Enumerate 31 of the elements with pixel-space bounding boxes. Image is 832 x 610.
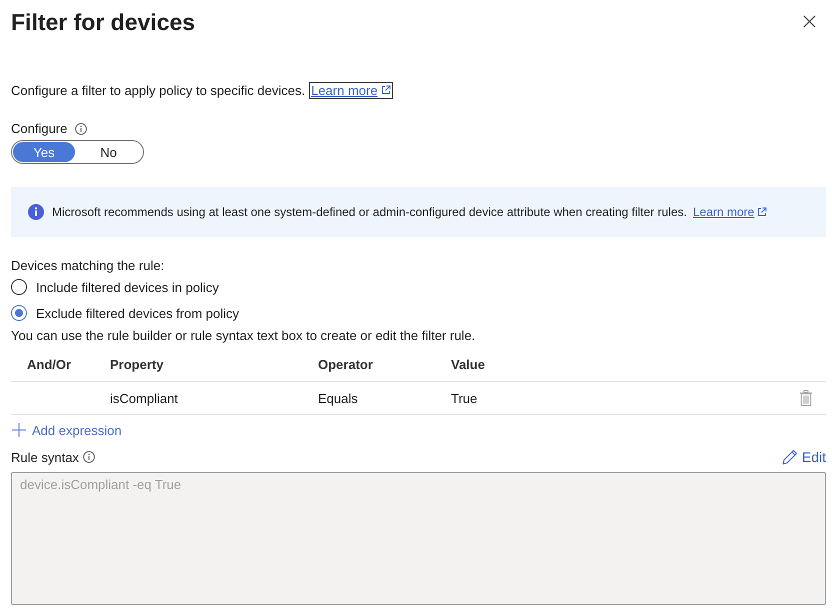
configure-label: Configure bbox=[11, 121, 68, 136]
column-header: Value bbox=[451, 357, 486, 372]
column-header: And/Or bbox=[26, 357, 72, 372]
info-icon bbox=[28, 204, 44, 220]
description-text: Configure a filter to apply policy to specific devices. bbox=[11, 82, 306, 98]
matching-label: Devices matching the rule: bbox=[11, 257, 166, 274]
radio-button[interactable] bbox=[11, 305, 27, 321]
info-icon[interactable] bbox=[75, 122, 88, 134]
add-expression-button[interactable]: Add expression bbox=[11, 416, 122, 444]
info-icon[interactable] bbox=[82, 451, 95, 463]
external-link-icon bbox=[380, 85, 391, 95]
table-cell-text: Equals bbox=[318, 390, 359, 406]
radio-label[interactable]: Exclude filtered devices from policy bbox=[36, 306, 240, 320]
close-icon[interactable] bbox=[803, 14, 816, 28]
builder-hint: You can use the rule builder or rule syntax text box to create or edit the filter rule. bbox=[11, 327, 476, 344]
column-header: Operator bbox=[318, 357, 374, 372]
rule-syntax-label: Rule syntax bbox=[11, 450, 79, 464]
toggle-option[interactable]: Yes bbox=[13, 142, 75, 162]
info-text: Microsoft recommends using at least one system-defined or admin-configured device attribute when creating filter rules. bbox=[52, 205, 687, 219]
pencil-icon bbox=[782, 449, 798, 465]
table-cell-text: True bbox=[451, 390, 478, 406]
radio-label[interactable]: Include filtered devices in policy bbox=[36, 280, 219, 294]
external-link-icon bbox=[757, 207, 768, 217]
panel-title: Filter for devices bbox=[11, 8, 196, 37]
learn-more-link[interactable]: Learn more bbox=[690, 204, 770, 220]
learn-more-link[interactable]: Learn more bbox=[309, 82, 393, 98]
column-header: Property bbox=[110, 357, 164, 372]
plus-icon bbox=[12, 423, 26, 437]
table-cell-text: isCompliant bbox=[110, 390, 179, 406]
toggle-option[interactable]: No bbox=[75, 142, 142, 162]
radio-button[interactable] bbox=[11, 279, 27, 295]
